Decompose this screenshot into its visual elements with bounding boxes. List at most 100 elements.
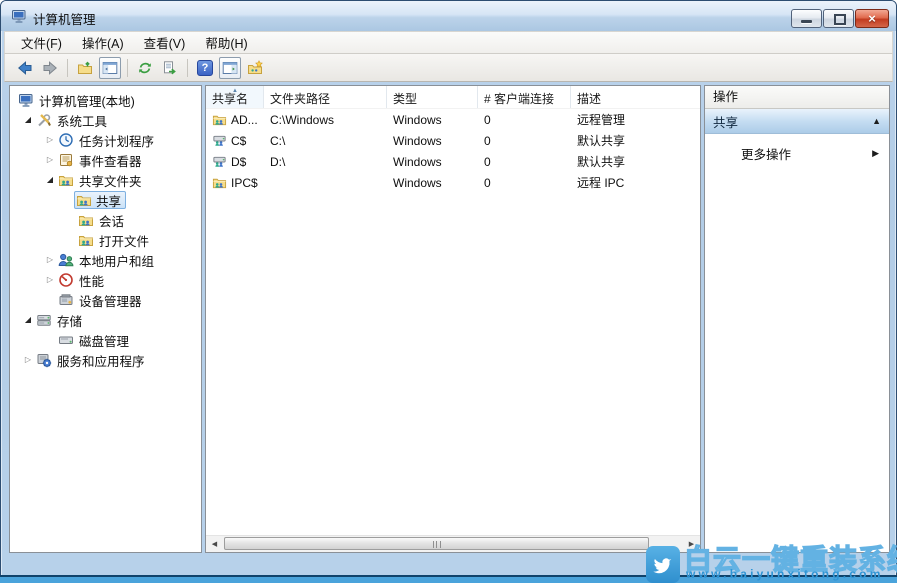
back-icon	[17, 60, 33, 76]
share-name: D$	[231, 155, 246, 169]
horizontal-scrollbar[interactable]: ◀ ▶	[206, 535, 700, 552]
console-tree-panel: 计算机管理(本地) ◢ 系统工具 ▷ 任务计划程序 ▷ 事件查看器 ◢ 共享文件…	[9, 85, 202, 553]
export-list-icon	[162, 60, 178, 76]
task-scheduler-icon	[58, 132, 74, 148]
twitter-bird-icon	[651, 553, 675, 577]
scroll-left-button[interactable]: ◀	[206, 536, 223, 552]
share-description: 远程管理	[571, 111, 700, 128]
tree-item-label: 本地用户和组	[79, 251, 154, 270]
shared-folder-icon	[78, 232, 94, 248]
shared-folder-icon	[212, 112, 227, 127]
column-label: 文件夹路径	[270, 92, 330, 106]
column-header-description[interactable]: 描述	[571, 86, 700, 108]
tree-item-services-applications[interactable]: ▷ 服务和应用程序	[10, 350, 201, 370]
tree-item-label: 共享	[96, 191, 121, 210]
menu-view[interactable]: 查看(V)	[134, 31, 196, 54]
scrollbar-track[interactable]	[223, 536, 683, 552]
device-manager-icon	[58, 292, 74, 308]
help-button[interactable]: ?	[194, 57, 216, 79]
share-name: AD...	[231, 113, 258, 127]
column-header-share-name[interactable]: ▲ 共享名	[206, 86, 264, 108]
client-connections: 0	[478, 113, 571, 127]
tree-item-shares-selected[interactable]: 共享	[10, 190, 201, 210]
window-title: 计算机管理	[33, 9, 96, 28]
expand-open-icon[interactable]: ◢	[20, 110, 36, 130]
collapse-up-icon[interactable]: ▲	[872, 117, 881, 126]
tree-item-label: 任务计划程序	[79, 131, 154, 150]
expand-closed-icon[interactable]: ▷	[42, 150, 58, 170]
tree-item-disk-management[interactable]: 磁盘管理	[10, 330, 201, 350]
new-share-button[interactable]	[244, 57, 266, 79]
actions-group-label: 共享	[713, 112, 738, 131]
show-action-pane-button[interactable]	[219, 57, 241, 79]
tree-item-device-manager[interactable]: 设备管理器	[10, 290, 201, 310]
column-header-folder-path[interactable]: 文件夹路径	[264, 86, 387, 108]
tree-item-sessions[interactable]: 会话	[10, 210, 201, 230]
shared-drive-icon	[212, 133, 227, 148]
expand-closed-icon[interactable]: ▷	[42, 270, 58, 290]
services-applications-icon	[36, 352, 52, 368]
table-row-admin-share[interactable]: AD... C:\Windows Windows 0 远程管理	[206, 109, 700, 130]
more-actions-label: 更多操作	[741, 144, 791, 163]
tree-item-storage[interactable]: ◢ 存储	[10, 310, 201, 330]
event-viewer-icon	[58, 152, 74, 168]
expand-open-icon[interactable]: ◢	[42, 170, 58, 190]
shared-folder-icon	[78, 212, 94, 228]
folder-path: C:\	[264, 134, 387, 148]
tree-item-label: 设备管理器	[79, 291, 142, 310]
share-type: Windows	[387, 113, 478, 127]
share-type: Windows	[387, 134, 478, 148]
tree-item-open-files[interactable]: 打开文件	[10, 230, 201, 250]
menu-help[interactable]: 帮助(H)	[195, 31, 257, 54]
tree-item-label: 性能	[79, 271, 104, 290]
menu-action[interactable]: 操作(A)	[72, 31, 134, 54]
new-share-icon	[247, 60, 263, 76]
actions-panel: 操作 共享 ▲ 更多操作 ▶	[704, 85, 890, 553]
tree-item-shared-folders[interactable]: ◢ 共享文件夹	[10, 170, 201, 190]
export-list-button[interactable]	[159, 57, 181, 79]
up-one-level-button[interactable]	[74, 57, 96, 79]
tree-item-performance[interactable]: ▷ 性能	[10, 270, 201, 290]
action-pane-icon	[222, 60, 238, 76]
refresh-button[interactable]	[134, 57, 156, 79]
share-description: 默认共享	[571, 132, 700, 149]
storage-icon	[36, 312, 52, 328]
tree-item-system-tools[interactable]: ◢ 系统工具	[10, 110, 201, 130]
tree-item-computer-management-local[interactable]: 计算机管理(本地)	[10, 90, 201, 110]
disk-management-icon	[58, 332, 74, 348]
expand-open-icon[interactable]: ◢	[20, 310, 36, 330]
app-icon	[11, 8, 27, 24]
column-header-type[interactable]: 类型	[387, 86, 478, 108]
expand-closed-icon[interactable]: ▷	[20, 350, 36, 370]
share-type: Windows	[387, 176, 478, 190]
expand-closed-icon[interactable]: ▷	[42, 130, 58, 150]
title-bar[interactable]: 计算机管理 ×	[1, 1, 896, 31]
close-button[interactable]: ×	[855, 9, 889, 28]
table-row-ipc-share[interactable]: IPC$ Windows 0 远程 IPC	[206, 172, 700, 193]
share-description: 默认共享	[571, 153, 700, 170]
more-actions-item[interactable]: 更多操作 ▶	[705, 141, 889, 165]
actions-group-shares[interactable]: 共享 ▲	[705, 109, 889, 134]
tree-item-event-viewer[interactable]: ▷ 事件查看器	[10, 150, 201, 170]
restore-button[interactable]	[823, 9, 854, 28]
local-users-groups-icon	[58, 252, 74, 268]
table-row-c-share[interactable]: C$ C:\ Windows 0 默认共享	[206, 130, 700, 151]
share-name: C$	[231, 134, 246, 148]
column-header-client-connections[interactable]: # 客户端连接	[478, 86, 571, 108]
scrollbar-thumb[interactable]	[224, 537, 649, 550]
tree-item-label: 存储	[57, 311, 82, 330]
back-button[interactable]	[14, 57, 36, 79]
tree-item-local-users-groups[interactable]: ▷ 本地用户和组	[10, 250, 201, 270]
minimize-button[interactable]	[791, 9, 822, 28]
tree-item-task-scheduler[interactable]: ▷ 任务计划程序	[10, 130, 201, 150]
forward-button[interactable]	[39, 57, 61, 79]
shared-folder-icon	[58, 172, 74, 188]
system-tools-icon	[36, 112, 52, 128]
tree-item-label: 会话	[99, 211, 124, 230]
show-console-tree-button[interactable]	[99, 57, 121, 79]
tree-item-label: 打开文件	[99, 231, 149, 250]
list-header: ▲ 共享名 文件夹路径 类型 # 客户端连接 描述	[206, 86, 700, 109]
menu-file[interactable]: 文件(F)	[11, 31, 72, 54]
expand-closed-icon[interactable]: ▷	[42, 250, 58, 270]
table-row-d-share[interactable]: D$ D:\ Windows 0 默认共享	[206, 151, 700, 172]
